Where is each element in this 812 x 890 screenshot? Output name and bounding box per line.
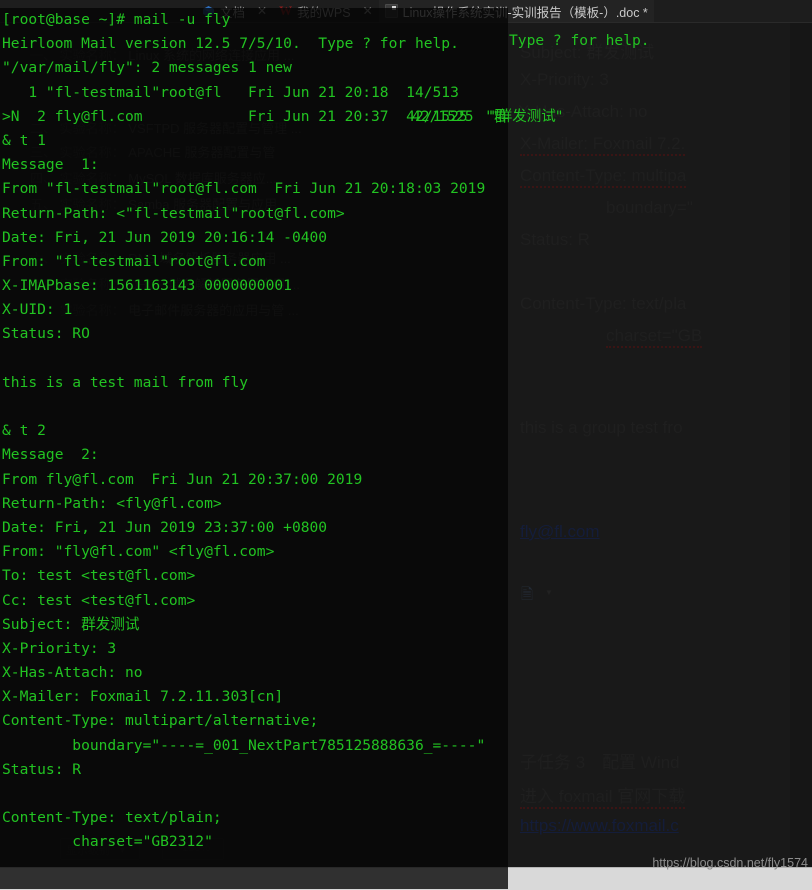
terminal-line-0: [root@base ~]# mail -u fly xyxy=(2,11,231,28)
outline-chevron-down-icon[interactable]: ▼ xyxy=(545,588,553,597)
terminal-line-16 xyxy=(2,395,506,419)
terminal-line-7: From "fl-testmail"root@fl.com Fri Jun 21… xyxy=(2,180,486,198)
terminal-line-15: this is a test mail from fly xyxy=(2,373,249,391)
terminal-line-24: Cc: test <test@fl.com> xyxy=(2,591,196,609)
terminal-line-6: Message 1: xyxy=(2,156,99,174)
doc-line-mailer: X-Mailer: Foxmail 7.2. xyxy=(520,134,686,156)
terminal-line-10: From: "fl-testmail"root@fl.com xyxy=(2,252,266,270)
doc-hyperlink-foxmail[interactable]: https://www.foxmail.c xyxy=(520,816,679,836)
terminal-line-3: 1 "fl-testmail"root@fl Fri Jun 21 20:18 … xyxy=(2,83,459,101)
doc-line-contenttype-2: Content-Type: text/pla xyxy=(520,294,687,313)
terminal-line-12: X-UID: 1 xyxy=(2,301,73,319)
terminal-line-30: boundary="----=_001_NextPart785125888636… xyxy=(2,736,486,754)
terminal-line-13: Status: RO xyxy=(2,325,90,343)
terminal-line-5: & t 1 xyxy=(2,131,46,149)
terminal-window[interactable]: [root@base ~]# mail -u fly Heirloom Mail… xyxy=(0,8,508,889)
doc-line-boundary: boundary=" xyxy=(606,198,693,217)
terminal-line-35 xyxy=(2,855,506,879)
doc-line-contenttype-1: Content-Type: multipa xyxy=(520,166,687,188)
terminal-line-19: From fly@fl.com Fri Jun 21 20:37:00 2019 xyxy=(2,470,363,488)
doc-line-foxmail-note: 进入 foxmail 官网下载 xyxy=(520,782,686,809)
terminal-line-1: Heirloom Mail version 12.5 7/5/10. Type … xyxy=(2,35,459,53)
terminal-line-18: Message 2: xyxy=(2,446,99,464)
terminal-line-14 xyxy=(2,347,506,371)
terminal-line-2: "/var/mail/fly": 2 messages 1 new xyxy=(2,59,292,77)
doc-line-body: this is a group test fro xyxy=(520,418,683,437)
terminal-line-36 xyxy=(2,879,506,889)
terminal-line-9: Date: Fri, 21 Jun 2019 20:16:14 -0400 xyxy=(2,228,328,246)
terminal-line-22: From: "fly@fl.com" <fly@fl.com> xyxy=(2,543,275,561)
doc-line-subtask: 子任务 3 配置 Wind xyxy=(520,753,680,772)
terminal-line-23: To: test <test@fl.com> xyxy=(2,567,196,585)
doc-hyperlink-email[interactable]: fly@fl.com xyxy=(520,522,600,542)
terminal-line-34: charset="GB2312" xyxy=(2,833,213,851)
doc-line-charset: charset="GB xyxy=(606,326,703,348)
blog-watermark: https://blog.csdn.net/fly1574 xyxy=(652,856,808,870)
document-right-margin xyxy=(790,22,812,867)
terminal-line-25: Subject: 群发测试 xyxy=(2,615,140,633)
terminal-line-26: X-Priority: 3 xyxy=(2,639,117,657)
document-outline-icon[interactable]: 🗎 xyxy=(521,584,533,609)
terminal-line-29: Content-Type: multipart/alternative; xyxy=(2,712,319,730)
terminal-spill-line-1: Type ? for help. xyxy=(509,32,650,49)
terminal-line-28: X-Mailer: Foxmail 7.2.11.303[cn] xyxy=(2,688,284,706)
doc-line-priority: X-Priority: 3 xyxy=(520,70,609,89)
terminal-line-33: Content-Type: text/plain; xyxy=(2,809,222,827)
document-page[interactable]: Subject: 群发测试 X-Priority: 3 X-Has-Attach… xyxy=(508,22,812,867)
terminal-line-11: X-IMAPbase: 1561163143 0000000001 xyxy=(2,277,292,295)
terminal-line-27: X-Has-Attach: no xyxy=(2,664,143,682)
terminal-line-21: Date: Fri, 21 Jun 2019 23:37:00 +0800 xyxy=(2,518,328,536)
terminal-line-31: Status: R xyxy=(2,760,82,778)
terminal-spill-line-4: 42/1525 "群发测试" xyxy=(412,108,563,125)
terminal-line-32 xyxy=(2,782,506,806)
terminal-line-17: & t 2 xyxy=(2,422,46,440)
terminal-line-8: Return-Path: <"fl-testmail"root@fl.com> xyxy=(2,204,345,222)
doc-line-status: Status: R xyxy=(520,230,590,249)
terminal-line-20: Return-Path: <fly@fl.com> xyxy=(2,494,222,512)
